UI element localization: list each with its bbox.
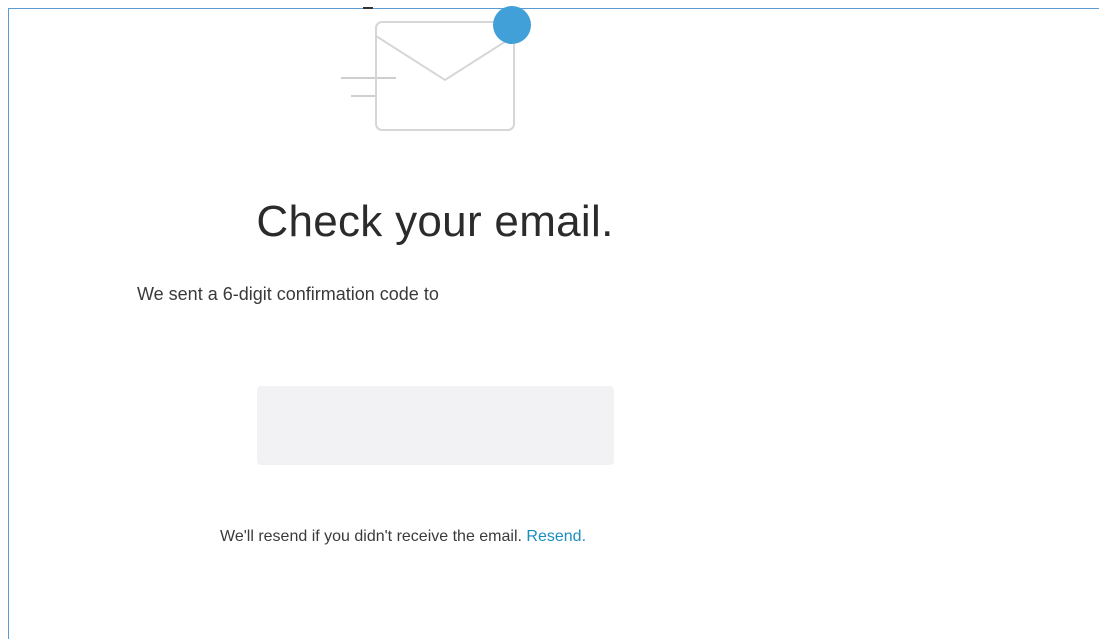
- confirmation-message: We sent a 6-digit confirmation code to: [137, 284, 439, 304]
- resend-link[interactable]: Resend.: [526, 528, 586, 545]
- envelope-notification-icon: [341, 6, 531, 131]
- resend-message: We'll resend if you didn't receive the e…: [220, 528, 586, 546]
- resend-text: We'll resend if you didn't receive the e…: [220, 528, 522, 545]
- page-title: Check your email.: [256, 197, 614, 246]
- confirmation-code-input[interactable]: [257, 386, 614, 465]
